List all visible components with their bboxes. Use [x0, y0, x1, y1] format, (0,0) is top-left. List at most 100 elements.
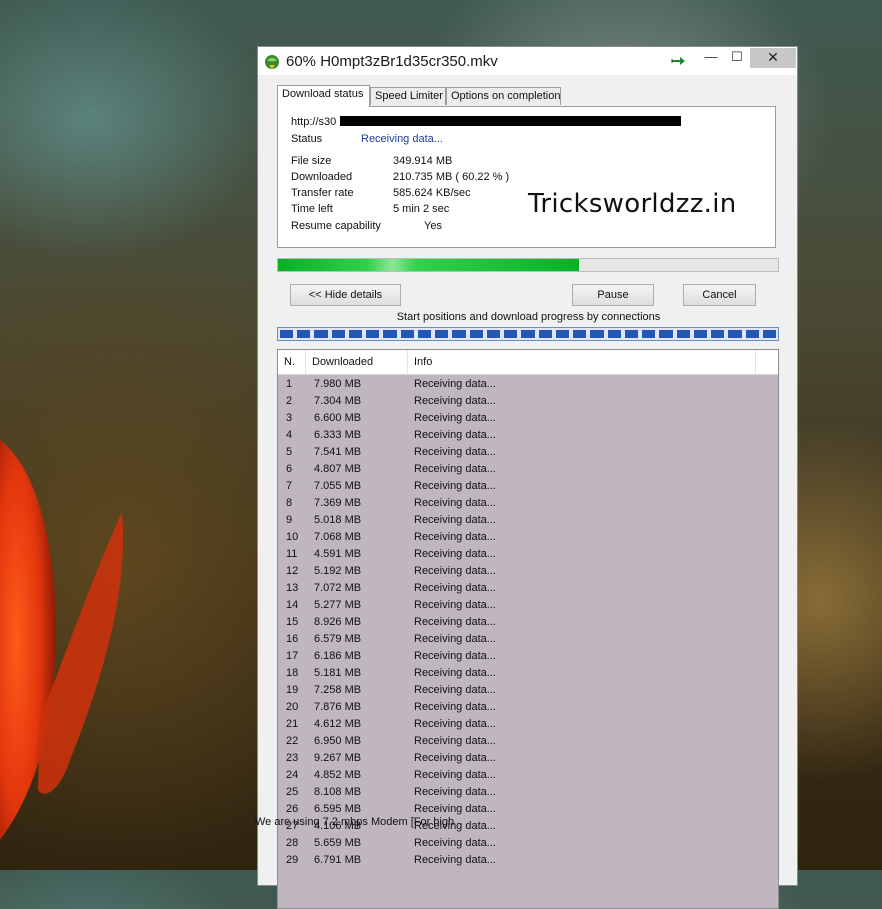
connection-downloaded: 7.304 MB: [314, 395, 362, 407]
download-progress-bar: [277, 258, 779, 272]
connection-downloaded: 7.876 MB: [314, 701, 362, 713]
connection-number: 4: [286, 429, 293, 441]
green-arrow-icon[interactable]: [670, 54, 688, 68]
column-header-downloaded[interactable]: Downloaded: [306, 350, 408, 374]
connection-number: 13: [286, 582, 299, 594]
connection-downloaded: 6.333 MB: [314, 429, 362, 441]
connection-number: 24: [286, 769, 299, 781]
connection-info: Receiving data...: [414, 684, 496, 696]
table-row[interactable]: 8 7.369 MB Receiving data...: [278, 497, 778, 514]
connection-segment: [642, 330, 656, 338]
pause-button[interactable]: Pause: [572, 284, 654, 306]
connection-downloaded: 7.541 MB: [314, 446, 362, 458]
cancel-button[interactable]: Cancel: [683, 284, 756, 306]
connection-info: Receiving data...: [414, 837, 496, 849]
connection-segment: [676, 330, 690, 338]
url-text: http://s30: [291, 116, 337, 128]
connection-segment: [573, 330, 587, 338]
table-row[interactable]: 11 4.591 MB Receiving data...: [278, 548, 778, 565]
table-row[interactable]: 5 7.541 MB Receiving data...: [278, 446, 778, 463]
connection-downloaded: 4.852 MB: [314, 769, 362, 781]
table-row[interactable]: 4 6.333 MB Receiving data...: [278, 429, 778, 446]
table-row[interactable]: 10 7.068 MB Receiving data...: [278, 531, 778, 548]
connection-info: Receiving data...: [414, 548, 496, 560]
table-row[interactable]: 2 7.304 MB Receiving data...: [278, 395, 778, 412]
connection-segment: [762, 330, 776, 338]
connection-segment: [452, 330, 466, 338]
table-row[interactable]: 21 4.612 MB Receiving data...: [278, 718, 778, 735]
connection-downloaded: 6.579 MB: [314, 633, 362, 645]
table-row[interactable]: 9 5.018 MB Receiving data...: [278, 514, 778, 531]
title-bar[interactable]: 60% H0mpt3zBr1d35cr350.mkv — ☐ ✕: [258, 47, 797, 75]
redacted-url-bar: [340, 116, 681, 126]
connection-downloaded: 4.612 MB: [314, 718, 362, 730]
minimize-button[interactable]: —: [698, 48, 724, 68]
table-row[interactable]: 28 5.659 MB Receiving data...: [278, 837, 778, 854]
connection-number: 28: [286, 837, 299, 849]
maximize-button[interactable]: ☐: [724, 48, 750, 68]
table-row[interactable]: 13 7.072 MB Receiving data...: [278, 582, 778, 599]
table-row[interactable]: 24 4.852 MB Receiving data...: [278, 769, 778, 786]
connection-info: Receiving data...: [414, 565, 496, 577]
connection-segment: [348, 330, 363, 338]
table-row[interactable]: 15 8.926 MB Receiving data...: [278, 616, 778, 633]
table-row[interactable]: 1 7.980 MB Receiving data...: [278, 378, 778, 395]
table-row[interactable]: 23 9.267 MB Receiving data...: [278, 752, 778, 769]
table-row[interactable]: 6 4.807 MB Receiving data...: [278, 463, 778, 480]
table-row[interactable]: 17 6.186 MB Receiving data...: [278, 650, 778, 667]
connection-info: Receiving data...: [414, 395, 496, 407]
table-row[interactable]: 12 5.192 MB Receiving data...: [278, 565, 778, 582]
table-row[interactable]: 22 6.950 MB Receiving data...: [278, 735, 778, 752]
connection-info: Receiving data...: [414, 599, 496, 611]
connection-segment: [659, 330, 673, 338]
connection-downloaded: 6.791 MB: [314, 854, 362, 866]
connection-segment: [607, 330, 621, 338]
table-row[interactable]: 16 6.579 MB Receiving data...: [278, 633, 778, 650]
connection-info: Receiving data...: [414, 480, 496, 492]
connection-number: 8: [286, 497, 293, 509]
connections-caption: Start positions and download progress by…: [396, 311, 661, 323]
connection-downloaded: 6.950 MB: [314, 735, 362, 747]
connection-downloaded: 6.600 MB: [314, 412, 362, 424]
connection-info: Receiving data...: [414, 803, 496, 815]
connection-info: Receiving data...: [414, 616, 496, 628]
tab-download-status[interactable]: Download status: [277, 85, 370, 107]
connection-segment: [417, 330, 432, 338]
tab-speed-limiter[interactable]: Speed Limiter: [370, 87, 446, 105]
connection-segment: [538, 330, 552, 338]
connection-number: 19: [286, 684, 299, 696]
column-header-info[interactable]: Info: [408, 350, 756, 374]
table-row[interactable]: 29 6.791 MB Receiving data...: [278, 854, 778, 871]
connection-info: Receiving data...: [414, 378, 496, 390]
connection-number: 18: [286, 667, 299, 679]
connection-segment: [486, 330, 501, 338]
connection-number: 22: [286, 735, 299, 747]
table-row[interactable]: 20 7.876 MB Receiving data...: [278, 701, 778, 718]
bottom-caption: We are using 7.2 mbps Modem [For high: [255, 816, 455, 828]
connection-downloaded: 6.186 MB: [314, 650, 362, 662]
connections-progress-bar: [277, 327, 779, 341]
connection-segment: [435, 330, 449, 338]
connection-number: 15: [286, 616, 299, 628]
connection-number: 11: [286, 548, 298, 560]
close-button[interactable]: ✕: [750, 48, 796, 68]
tab-options-on-completion[interactable]: Options on completion: [446, 87, 561, 105]
connection-segment: [314, 330, 328, 338]
flower-petal-decoration: [0, 440, 124, 840]
table-row[interactable]: 18 5.181 MB Receiving data...: [278, 667, 778, 684]
connection-downloaded: 5.018 MB: [314, 514, 362, 526]
connection-segment: [331, 330, 345, 338]
connection-segment: [400, 330, 414, 338]
table-row[interactable]: 25 8.108 MB Receiving data...: [278, 786, 778, 803]
table-row[interactable]: 7 7.055 MB Receiving data...: [278, 480, 778, 497]
connection-segment: [469, 330, 483, 338]
connection-info: Receiving data...: [414, 633, 496, 645]
hide-details-button[interactable]: << Hide details: [290, 284, 401, 306]
table-row[interactable]: 19 7.258 MB Receiving data...: [278, 684, 778, 701]
connection-number: 21: [286, 718, 299, 730]
table-row[interactable]: 3 6.600 MB Receiving data...: [278, 412, 778, 429]
column-header-number[interactable]: N.: [278, 350, 306, 374]
connection-number: 17: [286, 650, 299, 662]
table-row[interactable]: 14 5.277 MB Receiving data...: [278, 599, 778, 616]
connection-info: Receiving data...: [414, 497, 496, 509]
